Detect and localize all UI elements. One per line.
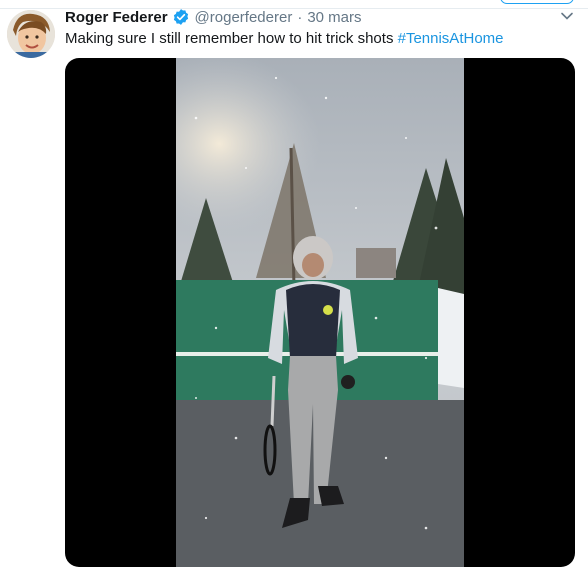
avatar-image: [7, 10, 55, 58]
tweet-text: Making sure I still remember how to hit …: [65, 30, 504, 47]
video-frame: [176, 58, 464, 567]
tweet-header: Roger Federer @rogerfederer · 30 mars: [65, 7, 362, 27]
tweet-body: Making sure I still remember how to hit …: [65, 30, 398, 47]
tweet-date[interactable]: 30 mars: [307, 9, 361, 26]
verified-badge-icon: [172, 8, 190, 26]
author-handle[interactable]: @rogerfederer: [195, 9, 293, 26]
chevron-down-icon[interactable]: [560, 9, 574, 23]
hashtag-link[interactable]: #TennisAtHome: [398, 30, 504, 47]
author-name[interactable]: Roger Federer: [65, 9, 168, 26]
avatar[interactable]: [7, 10, 55, 58]
follow-button-edge[interactable]: [500, 0, 574, 4]
header-separator: ·: [297, 8, 303, 26]
video-player[interactable]: [65, 58, 575, 567]
